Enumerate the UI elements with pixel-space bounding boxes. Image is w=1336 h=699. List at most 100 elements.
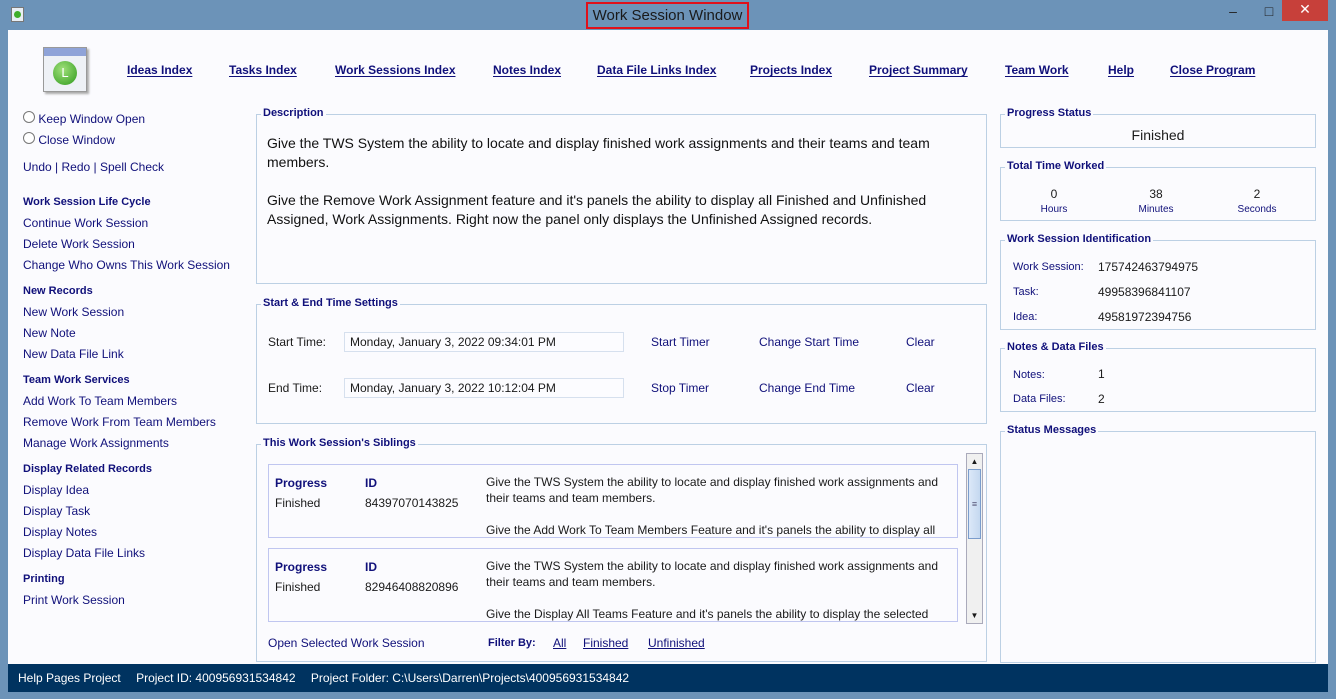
sidebar-item-manage-work-assignments[interactable]: Manage Work Assignments (23, 436, 169, 450)
nav-project-summary[interactable]: Project Summary (869, 63, 968, 77)
minutes-value: 38 (1149, 187, 1163, 201)
sibling-card[interactable]: Progress Finished ID 82946408820896 Give… (268, 548, 958, 622)
redo-link[interactable]: Redo (61, 160, 90, 174)
progress-header: Progress (275, 476, 328, 490)
scroll-up-icon[interactable]: ▲ (967, 454, 982, 469)
group-label: This Work Session's Siblings (261, 437, 418, 449)
change-start-time-button[interactable]: Change Start Time (759, 335, 859, 349)
close-button[interactable]: ✕ (1282, 0, 1328, 21)
end-time-field[interactable]: Monday, January 3, 2022 10:12:04 PM (344, 378, 624, 398)
stop-timer-button[interactable]: Stop Timer (651, 381, 709, 395)
group-label: Total Time Worked (1005, 160, 1107, 172)
nav-work-sessions-index[interactable]: Work Sessions Index (335, 63, 456, 77)
sidebar-item-add-work-to-team-members[interactable]: Add Work To Team Members (23, 394, 177, 408)
id-header: ID (365, 476, 377, 490)
start-time-field[interactable]: Monday, January 3, 2022 09:34:01 PM (344, 332, 624, 352)
sidebar-item-print-work-session[interactable]: Print Work Session (23, 593, 125, 607)
description-text[interactable]: Give the TWS System the ability to locat… (257, 115, 986, 229)
task-id: 49958396841107 (1098, 285, 1191, 299)
project-folder: Project Folder: C:\Users\Darren\Projects… (310, 671, 630, 685)
work-session-id: 175742463794975 (1098, 260, 1199, 274)
app-icon[interactable] (11, 7, 24, 22)
idea-id: 49581972394756 (1098, 310, 1192, 324)
sibling-card[interactable]: Progress Finished ID 84397070143825 Give… (268, 464, 958, 538)
group-label: Work Session Identification (1005, 233, 1154, 245)
sidebar-item-new-note[interactable]: New Note (23, 326, 76, 340)
clear-end-button[interactable]: Clear (906, 381, 935, 395)
hours-value: 0 (1050, 187, 1058, 201)
nav-ideas-index[interactable]: Ideas Index (127, 63, 192, 77)
identification-group: Work Session Identification Work Session… (1000, 233, 1316, 330)
scroll-thumb[interactable]: ≡ (968, 469, 981, 539)
sidebar-item-display-task[interactable]: Display Task (23, 504, 90, 518)
nav-data-file-links-index[interactable]: Data File Links Index (597, 63, 716, 77)
group-label: Progress Status (1005, 107, 1094, 119)
time-settings-group: Start & End Time Settings Start Time: Mo… (256, 297, 987, 424)
sidebar-item-continue-work-session[interactable]: Continue Work Session (23, 216, 148, 230)
status-bar: Help Pages Project Project ID: 400956931… (8, 664, 1328, 692)
keep-window-open-radio[interactable]: Keep Window Open (23, 111, 145, 126)
notes-count-label: Notes: (1013, 369, 1045, 381)
data-files-count-label: Data Files: (1013, 393, 1066, 405)
change-end-time-button[interactable]: Change End Time (759, 381, 855, 395)
window-title: Work Session Window (586, 2, 749, 29)
group-label: Status Messages (1005, 424, 1099, 436)
sidebar-item-new-data-file-link[interactable]: New Data File Link (23, 347, 124, 361)
nav-team-work[interactable]: Team Work (1005, 63, 1069, 77)
sidebar-item-display-idea[interactable]: Display Idea (23, 483, 89, 497)
minimize-button[interactable]: – (1218, 2, 1248, 22)
nav-notes-index[interactable]: Notes Index (493, 63, 561, 77)
description-paragraph: Give the Remove Work Assignment feature … (267, 192, 927, 227)
radio-icon (23, 111, 35, 123)
open-selected-session-button[interactable]: Open Selected Work Session (268, 636, 425, 650)
sidebar-section-title: Team Work Services (23, 374, 130, 386)
sibling-progress: Finished (275, 496, 321, 510)
sidebar-item-delete-work-session[interactable]: Delete Work Session (23, 237, 135, 251)
status-messages-group: Status Messages (1000, 424, 1316, 663)
close-window-radio[interactable]: Close Window (23, 132, 115, 147)
work-session-id-label: Work Session: (1013, 261, 1084, 273)
start-timer-button[interactable]: Start Timer (651, 335, 710, 349)
filter-label: Filter By: (488, 637, 536, 649)
start-time-label: Start Time: (268, 335, 327, 349)
filter-all[interactable]: All (553, 636, 566, 650)
group-label: Start & End Time Settings (261, 297, 400, 309)
sidebar-item-new-work-session[interactable]: New Work Session (23, 305, 124, 319)
sidebar-item-change-who-owns-this-work-session[interactable]: Change Who Owns This Work Session (23, 258, 230, 272)
title-bar: Work Session Window – □ ✕ (0, 0, 1336, 30)
sibling-description: Give the TWS System the ability to locat… (486, 475, 938, 537)
scroll-down-icon[interactable]: ▼ (967, 608, 982, 623)
progress-status-value: Finished (1131, 127, 1185, 143)
siblings-group: This Work Session's Siblings Progress Fi… (256, 437, 987, 662)
sidebar-section-title: Work Session Life Cycle (23, 196, 151, 208)
sidebar-item-display-notes[interactable]: Display Notes (23, 525, 97, 539)
hours-label: Hours (1040, 204, 1068, 215)
description-group: Description Give the TWS System the abil… (256, 107, 987, 284)
siblings-scrollbar[interactable]: ▲ ≡ ▼ (966, 453, 983, 624)
radio-label: Close Window (38, 133, 116, 147)
filter-unfinished[interactable]: Unfinished (648, 636, 705, 650)
notes-count: 1 (1098, 367, 1105, 381)
radio-label: Keep Window Open (38, 112, 146, 126)
radio-icon (23, 132, 35, 144)
spell-check-link[interactable]: Spell Check (100, 160, 164, 174)
nav-help[interactable]: Help (1108, 63, 1134, 77)
nav-projects-index[interactable]: Projects Index (750, 63, 832, 77)
maximize-button[interactable]: □ (1254, 2, 1284, 22)
description-paragraph: Give the TWS System the ability to locat… (267, 135, 930, 170)
minutes-label: Minutes (1138, 204, 1174, 215)
nav-tasks-index[interactable]: Tasks Index (229, 63, 297, 77)
group-label: Notes & Data Files (1005, 341, 1106, 353)
filter-finished[interactable]: Finished (583, 636, 628, 650)
sidebar-section-title: Printing (23, 573, 65, 585)
seconds-value: 2 (1253, 187, 1261, 201)
progress-header: Progress (275, 560, 328, 574)
nav-close-program[interactable]: Close Program (1170, 63, 1255, 77)
sidebar-item-display-data-file-links[interactable]: Display Data File Links (23, 546, 145, 560)
total-time-group: Total Time Worked 0 Hours 38 Minutes 2 Seco… (1000, 160, 1316, 221)
sidebar-item-remove-work-from-team-members[interactable]: Remove Work From Team Members (23, 415, 216, 429)
undo-link[interactable]: Undo (23, 160, 52, 174)
progress-status-group: Progress Status Finished (1000, 107, 1316, 148)
clear-start-button[interactable]: Clear (906, 335, 935, 349)
project-name: Help Pages Project (18, 671, 121, 685)
